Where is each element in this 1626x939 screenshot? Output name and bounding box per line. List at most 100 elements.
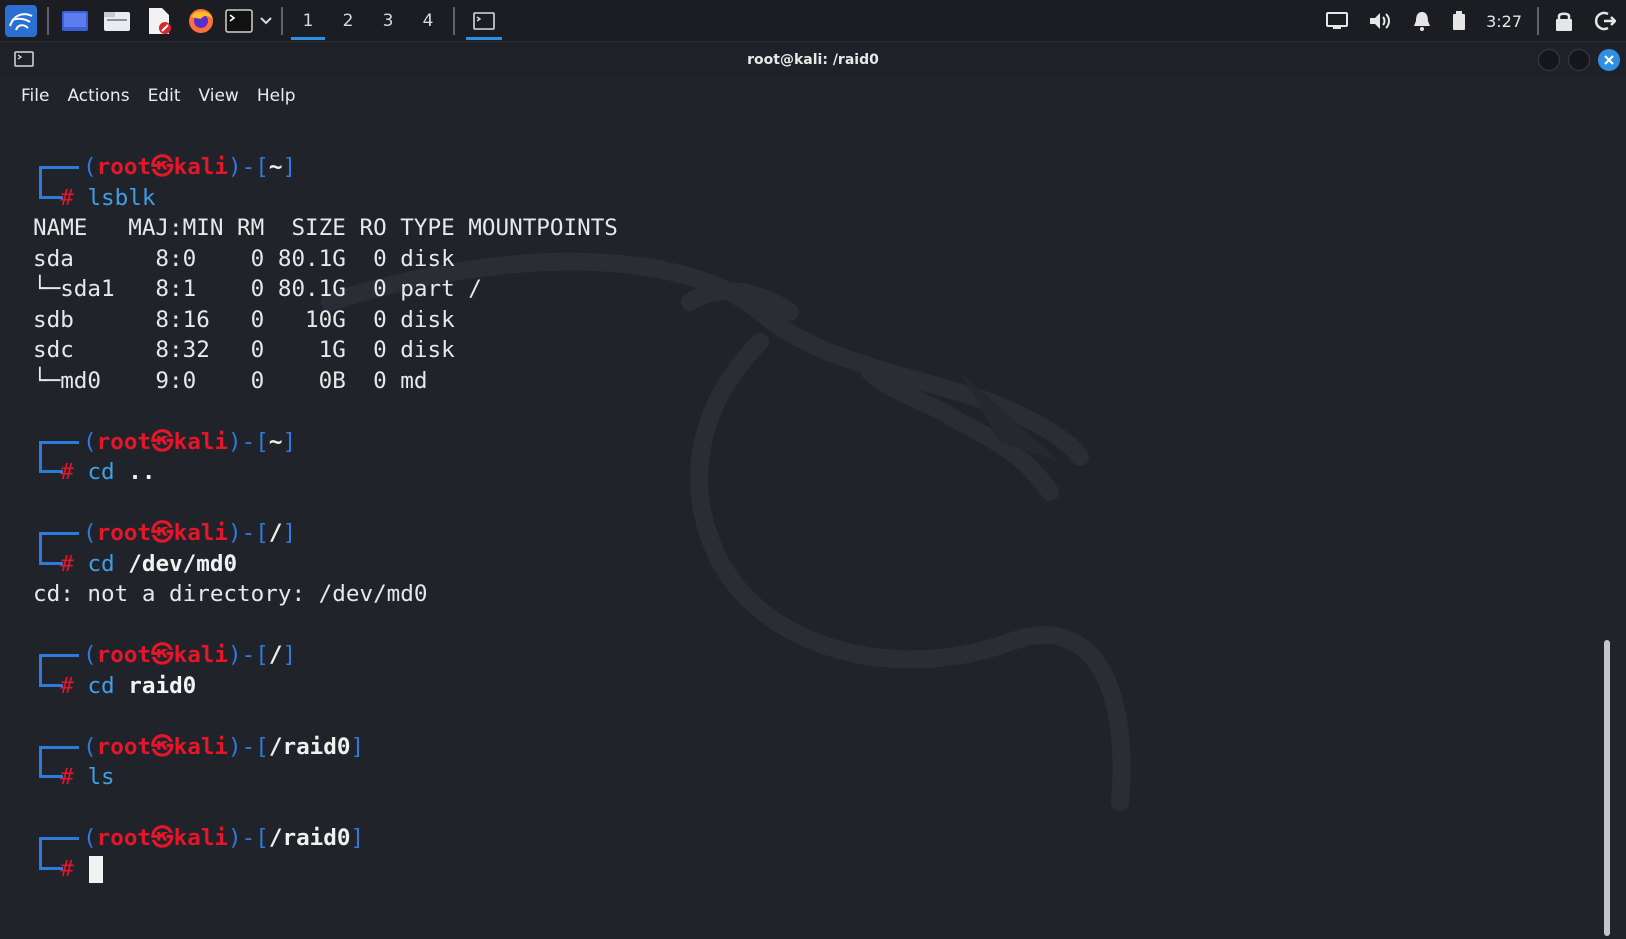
output-line: NAME MAJ:MIN RM SIZE RO TYPE MOUNTPOINTS (33, 215, 618, 241)
prompt-bracket: )-[ (228, 825, 269, 851)
prompt-bracket: ( (83, 825, 97, 851)
workspace-4[interactable]: 4 (408, 0, 448, 42)
prompt-bracket: ( (83, 520, 97, 546)
terminal-icon[interactable] (222, 0, 256, 42)
menu-help[interactable]: Help (248, 86, 305, 106)
command-text: cd (87, 550, 115, 577)
window-icon (14, 51, 34, 71)
bell-icon[interactable] (1402, 0, 1442, 42)
clock[interactable]: 3:27 (1476, 0, 1532, 42)
prompt-cwd: ~ (268, 428, 283, 455)
menu-file[interactable]: File (12, 86, 58, 106)
prompt-host: kali (173, 154, 229, 180)
text-editor-icon[interactable] (138, 0, 180, 42)
window-title: root@kali: /raid0 (747, 52, 879, 68)
command-text: cd (87, 672, 115, 699)
lock-icon[interactable] (1544, 0, 1584, 42)
prompt-cwd: / (268, 642, 283, 668)
close-button[interactable] (1598, 49, 1620, 71)
command-text: ls (87, 764, 115, 790)
prompt-frame (39, 534, 63, 565)
terminal-task-button[interactable] (460, 0, 508, 42)
system-tray: 3:27 (1316, 0, 1626, 42)
menu-edit[interactable]: Edit (139, 86, 190, 106)
command-line: # cd /dev/md0 (33, 534, 1573, 580)
output-line: └─sda1 8:1 0 80.1G 0 part / (33, 276, 482, 302)
prompt-bracket: )-[ (228, 733, 269, 760)
prompt-at-symbol: ㉿ (151, 428, 174, 455)
prompt-header: (root㉿kali)-[/raid0] (33, 732, 1573, 763)
menu-bar: File Actions Edit View Help (0, 78, 1626, 114)
command-line: # cd raid0 (33, 656, 1573, 702)
prompt-bracket: ( (83, 733, 97, 760)
command-args: /dev/md0 (128, 550, 238, 577)
prompt-header: (root㉿kali)-[/] (33, 518, 1573, 550)
battery-icon[interactable] (1442, 0, 1476, 42)
prompt-at-symbol: ㉿ (151, 154, 174, 180)
panel-separator (47, 6, 49, 35)
menu-view[interactable]: View (189, 86, 247, 106)
prompt-bracket: ] (350, 733, 365, 760)
prompt-bracket: ( (83, 154, 97, 180)
prompt-bracket: )-[ (228, 520, 269, 546)
firefox-icon[interactable] (180, 0, 222, 42)
kali-menu-icon[interactable] (0, 0, 42, 42)
show-desktop-icon[interactable] (54, 0, 96, 42)
logout-icon[interactable] (1584, 0, 1626, 42)
panel-separator (281, 6, 283, 35)
workspace-2[interactable]: 2 (328, 0, 368, 42)
prompt-user: root (96, 642, 152, 668)
prompt-bracket: ( (83, 428, 97, 455)
volume-icon[interactable] (1358, 0, 1402, 42)
prompt-frame (39, 443, 63, 473)
scrollbar[interactable] (1604, 640, 1610, 936)
window-titlebar[interactable]: root@kali: /raid0 (0, 42, 1626, 78)
terminal-window: root@kali: /raid0 File Actions Edit View… (0, 42, 1626, 939)
output-line: └─md0 9:0 0 0B 0 md (33, 367, 428, 394)
prompt-cwd: /raid0 (268, 733, 351, 760)
workspace-1[interactable]: 1 (288, 0, 328, 42)
terminal-output[interactable]: (root㉿kali)-[~] # lsblk NAME MAJ:MIN RM S… (33, 152, 1573, 932)
prompt-at-symbol: ㉿ (151, 825, 174, 851)
prompt-bracket: )-[ (228, 428, 269, 455)
terminal-task-icon (473, 11, 495, 30)
maximize-button[interactable] (1568, 49, 1590, 71)
prompt-host: kali (173, 642, 229, 668)
prompt-header: (root㉿kali)-[/] (33, 640, 1573, 672)
prompt-frame (39, 168, 63, 199)
output-line: sdc 8:32 0 1G 0 disk (33, 337, 455, 363)
prompt-frame (39, 839, 63, 870)
prompt-cwd: / (268, 520, 283, 546)
prompt-at-symbol: ㉿ (151, 733, 174, 760)
command-args: .. (128, 459, 156, 485)
command-text: cd (87, 459, 115, 485)
prompt-at-symbol: ㉿ (151, 642, 174, 668)
minimize-button[interactable] (1538, 49, 1560, 71)
prompt-at-symbol: ㉿ (151, 520, 174, 546)
menu-actions[interactable]: Actions (58, 86, 138, 106)
prompt-frame (39, 656, 63, 687)
display-icon[interactable] (1316, 0, 1358, 42)
workspace-3[interactable]: 3 (368, 0, 408, 42)
file-manager-icon[interactable] (96, 0, 138, 42)
command-line: # (33, 839, 1573, 885)
prompt-user: root (96, 520, 152, 546)
prompt-bracket: ] (282, 154, 297, 180)
terminal-dropdown-icon[interactable] (256, 0, 276, 42)
output-line: sda 8:0 0 80.1G 0 disk (33, 245, 455, 272)
panel-separator (1537, 7, 1539, 35)
output-line: sdb 8:16 0 10G 0 disk (33, 306, 455, 333)
command-line: # lsblk (33, 168, 1573, 214)
command-line: # cd .. (33, 443, 1573, 488)
prompt-header: (root㉿kali)-[~] (33, 152, 1573, 184)
top-panel: 1 2 3 4 3:27 (0, 0, 1626, 42)
